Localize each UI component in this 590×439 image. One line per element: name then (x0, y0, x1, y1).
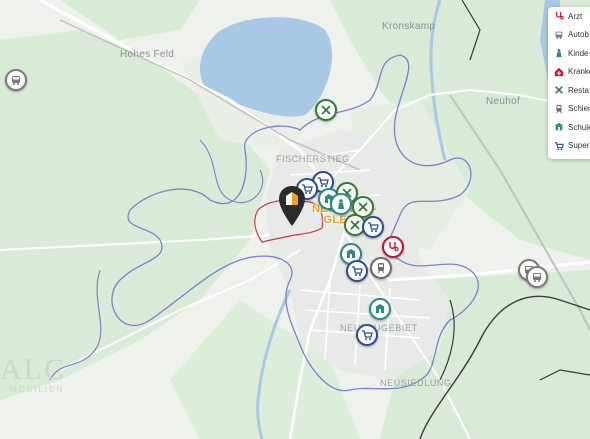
poi-kindergarten[interactable] (330, 193, 352, 215)
train-icon (556, 104, 562, 114)
legend-item-supermarkt[interactable]: Super (548, 137, 590, 156)
school-icon (554, 123, 564, 131)
legend-label: Schule (568, 122, 590, 132)
place-label-fischerstieg: FISCHERSTIEG (276, 154, 350, 164)
poi-bus-stop[interactable] (526, 266, 548, 288)
place-label-hohes-feld: Hohes Feld (120, 49, 175, 60)
restaurant-icon (321, 105, 331, 115)
legend-label: Resta (568, 85, 589, 95)
bus-icon (12, 76, 20, 85)
hospital-icon (554, 67, 564, 76)
train-icon (377, 263, 385, 274)
poi-doctor[interactable] (382, 236, 404, 258)
legend-item-schiene[interactable]: Schien (548, 100, 590, 119)
legend-item-kindergarten[interactable]: Kinde (548, 44, 590, 63)
poi-school[interactable] (369, 298, 391, 320)
restaurant-icon (555, 86, 563, 95)
legend-item-schule[interactable]: Schule (548, 118, 590, 137)
place-label-neuhof: Neuhof (486, 96, 521, 107)
restaurant-icon (350, 220, 360, 230)
cart-icon (318, 177, 329, 187)
legend-label: Autob (568, 30, 589, 40)
cart-icon (352, 266, 363, 276)
poi-supermarket[interactable] (346, 260, 368, 282)
map-view[interactable]: Hohes Feld Kronskamp Neuhof FISCHERSTIEG… (0, 0, 590, 439)
poi-restaurant[interactable] (315, 99, 337, 121)
legend-item-autobus[interactable]: Autob (548, 26, 590, 45)
cart-icon (362, 330, 373, 340)
legend-label: Kranke (568, 67, 590, 77)
poi-bus-stop[interactable] (5, 69, 27, 91)
stethoscope-icon (555, 12, 564, 20)
poi-supermarket[interactable] (362, 216, 384, 238)
watermark-logo: ALC (0, 353, 66, 386)
bus-icon (533, 273, 541, 282)
cart-icon (554, 141, 564, 150)
bus-icon (555, 31, 563, 39)
stethoscope-icon (389, 242, 399, 252)
place-label-neusiedlung: NEUSIEDLUNG (380, 378, 452, 388)
restaurant-icon (358, 202, 368, 212)
legend-label: Super (568, 141, 590, 151)
place-label-kronskamp: Kronskamp (382, 21, 436, 32)
legend-item-arzt[interactable]: Arzt (548, 7, 590, 26)
legend-label: Kinde (568, 48, 589, 58)
place-label-neubaugebiet: NEUBAUGEBIET (340, 323, 418, 333)
legend-item-restaurant[interactable]: Resta (548, 81, 590, 100)
kindergarten-icon (556, 49, 562, 58)
cart-icon (368, 222, 379, 232)
poi-legend: Arzt Autob Kinde Kranke Resta Schien Sch… (548, 7, 590, 159)
kindergarten-icon (338, 199, 344, 209)
legend-label: Schien (568, 104, 590, 114)
legend-item-krankenhaus[interactable]: Kranke (548, 63, 590, 82)
legend-label: Arzt (568, 11, 583, 21)
school-icon (375, 304, 385, 313)
school-icon (346, 249, 356, 258)
watermark-subtext: MOBILIEN (10, 385, 65, 394)
poi-supermarket[interactable] (356, 324, 378, 346)
property-location-marker[interactable] (277, 185, 307, 227)
poi-train-station[interactable] (370, 257, 392, 279)
